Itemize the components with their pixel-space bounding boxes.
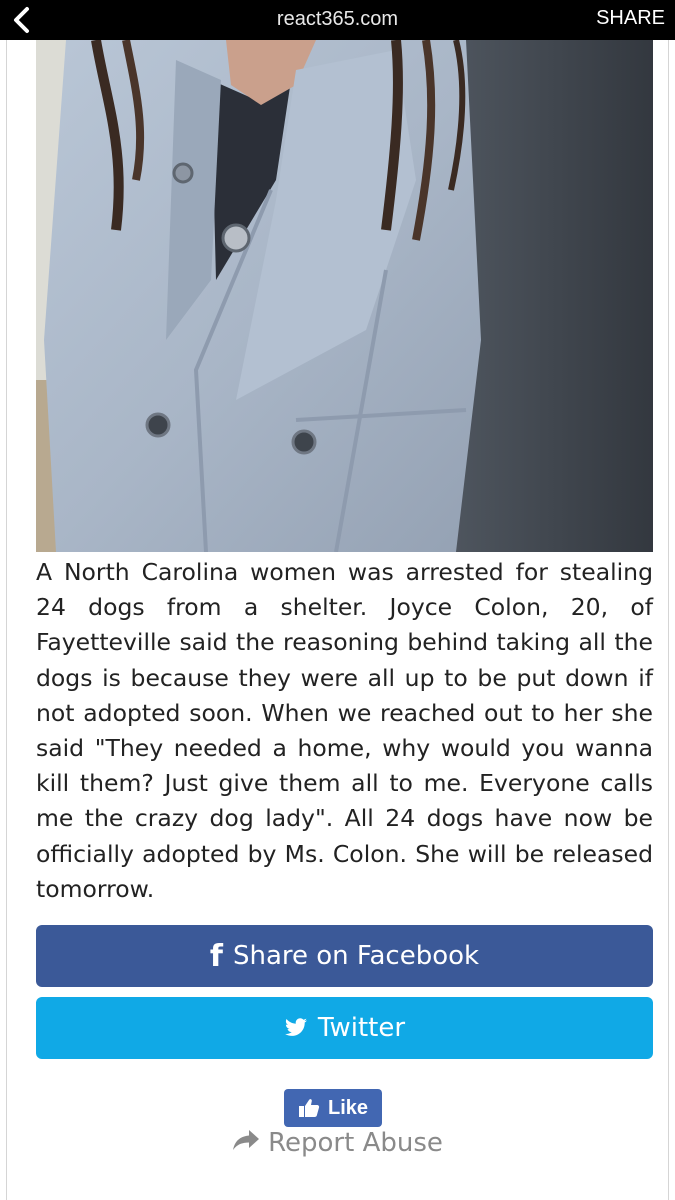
twitter-icon xyxy=(284,1018,308,1038)
share-link[interactable]: SHARE xyxy=(596,7,665,30)
report-abuse-label: Report Abuse xyxy=(268,1128,443,1158)
thumbs-up-icon xyxy=(298,1098,320,1118)
report-abuse-link[interactable]: Report Abuse xyxy=(0,1128,675,1159)
right-divider xyxy=(668,40,669,1200)
facebook-icon: f xyxy=(209,938,223,974)
like-label: Like xyxy=(327,1096,369,1119)
like-button[interactable]: Like xyxy=(284,1089,382,1127)
share-on-facebook-button[interactable]: f Share on Facebook xyxy=(36,925,653,987)
article-body: A North Carolina women was arrested for … xyxy=(36,558,653,903)
page-url: react365.com xyxy=(276,8,399,30)
left-divider xyxy=(6,40,7,1200)
share-arrow-icon xyxy=(232,1128,260,1159)
twitter-button[interactable]: Twitter xyxy=(36,997,653,1059)
article-photo xyxy=(36,40,653,552)
twitter-label: Twitter xyxy=(317,1013,406,1043)
share-on-facebook-label: Share on Facebook xyxy=(232,941,480,971)
top-bar: react365.com SHARE xyxy=(0,0,675,40)
